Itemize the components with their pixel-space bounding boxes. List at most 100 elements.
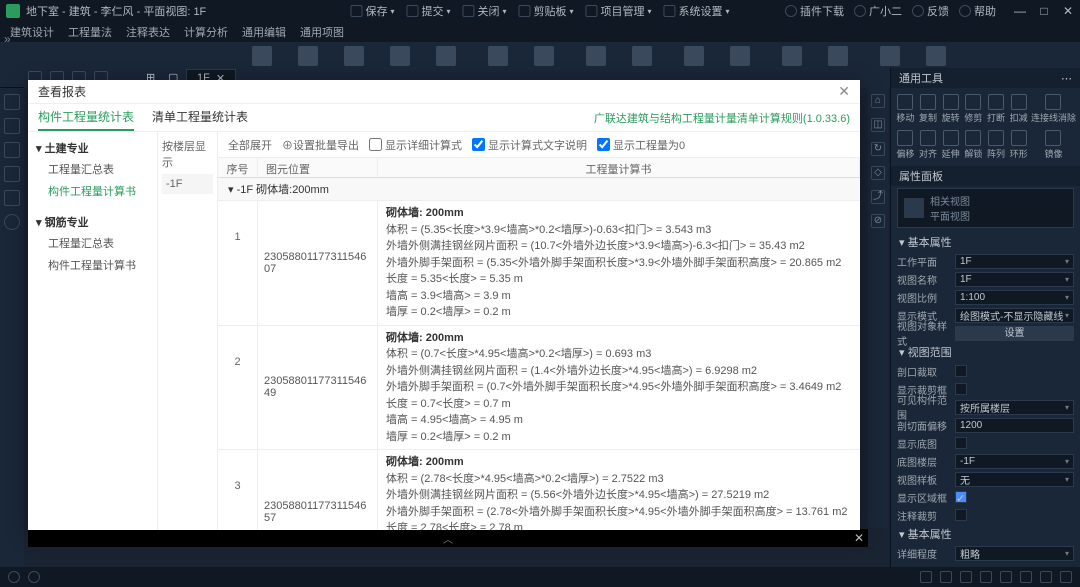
tool-6[interactable]: 连接线消除 (1031, 92, 1076, 126)
tool-1[interactable]: 复制 (918, 92, 939, 126)
tb-settings[interactable]: 系统设置▾ (664, 3, 730, 19)
prop-range-rows-4[interactable]: 显示底图 (891, 434, 1080, 452)
prop-detail-rows-0[interactable]: 详细程度粗略▾ (891, 544, 1080, 562)
sb-tool-2[interactable] (940, 571, 952, 583)
cube-view-icon[interactable]: ◫ (871, 118, 885, 132)
rail-icon-1[interactable] (4, 94, 20, 110)
window-title: 地下室 - 建筑 - 李仁风 - 平面视图: 1F (26, 3, 206, 19)
tb-user[interactable]: 广小二 (854, 3, 902, 19)
col-position: 图元位置 (258, 158, 378, 177)
close-button[interactable]: ✕ (1062, 5, 1074, 17)
tool-5[interactable]: 扣减 (1008, 92, 1029, 126)
prop-range-rows-3[interactable]: 剖切面偏移1200 (891, 416, 1080, 434)
prop-basic-rows-4[interactable]: 视图对象样式设置 (891, 324, 1080, 342)
prop-range-rows-8[interactable]: 注释裁剪 (891, 506, 1080, 524)
tb-close[interactable]: 关闭▾ (462, 3, 506, 19)
menu-item-5[interactable]: 通用项图 (300, 24, 344, 40)
tree-item-summary-1[interactable]: 工程量汇总表 (36, 158, 149, 180)
tab-list-stats[interactable]: 清单工程量统计表 (152, 104, 248, 131)
prop-basic-rows-0[interactable]: 工作平面1F▾ (891, 252, 1080, 270)
maximize-button[interactable]: □ (1038, 5, 1050, 17)
tab-component-stats[interactable]: 构件工程量统计表 (38, 104, 134, 131)
sync-view-icon[interactable]: ↻ (871, 142, 885, 156)
tree-group-civil[interactable]: ▾ 土建专业 (36, 138, 149, 158)
tool-4[interactable]: 打断 (986, 92, 1007, 126)
group-basic2[interactable]: ▾ 基本属性 (891, 524, 1080, 544)
group-row[interactable]: ▾ -1F 砌体墙:200mm (218, 178, 860, 201)
menu-item-0[interactable]: 建筑设计 (10, 24, 54, 40)
expand-all-button[interactable]: 全部展开 (228, 137, 272, 153)
prop-range-rows-2[interactable]: 可见构件范围按所属楼层▾ (891, 398, 1080, 416)
tool-13[interactable]: 镜像 (1031, 128, 1076, 162)
tb-feedback[interactable]: 反馈 (912, 3, 949, 19)
titlebar: 地下室 - 建筑 - 李仁风 - 平面视图: 1F 保存▾ 提交▾ 关闭▾ 剪贴板▾ 项… (0, 0, 1080, 22)
check-formula-text[interactable]: 显示计算式文字说明 (472, 137, 587, 153)
tool-9[interactable]: 延伸 (940, 128, 961, 162)
tb-plugin[interactable]: 插件下载 (785, 3, 844, 19)
tree-item-calc-2[interactable]: 构件工程量计算书 (36, 254, 149, 276)
group-basic[interactable]: ▾ 基本属性 (891, 232, 1080, 252)
attr-section-title: 属性面板 (891, 166, 1080, 186)
prop-basic-rows-2[interactable]: 视图比例1:100▾ (891, 288, 1080, 306)
group-range[interactable]: ▾ 视图范围 (891, 342, 1080, 362)
tool-8[interactable]: 对齐 (918, 128, 939, 162)
tool-11[interactable]: 阵列 (986, 128, 1007, 162)
tb-project[interactable]: 项目管理▾ (586, 3, 652, 19)
rail-icon-2[interactable] (4, 118, 20, 134)
sb-tool-4[interactable] (980, 571, 992, 583)
rail-icon-help[interactable] (4, 214, 20, 230)
filter-item-n1f[interactable]: -1F (162, 174, 213, 194)
rail-icon-5[interactable] (4, 190, 20, 206)
rule-text: 广联达建筑与结构工程量计量清单计算规则(1.0.33.6) (594, 110, 850, 126)
tool-12[interactable]: 环形 (1008, 128, 1029, 162)
tool-2[interactable]: 旋转 (940, 92, 961, 126)
cloud-icon[interactable] (28, 571, 40, 583)
filter-header[interactable]: 按楼层显示 (162, 138, 213, 170)
tool-0[interactable]: 移动 (895, 92, 916, 126)
tool-10[interactable]: 解锁 (963, 128, 984, 162)
tool-3[interactable]: 修剪 (963, 92, 984, 126)
menu-item-3[interactable]: 计算分析 (184, 24, 228, 40)
hide-icon[interactable]: ◇ (871, 166, 885, 180)
home-view-icon[interactable]: ⌂ (871, 94, 885, 108)
share-icon[interactable]: ⤴ (871, 190, 885, 204)
sb-tool-6[interactable] (1020, 571, 1032, 583)
tb-clipboard[interactable]: 剪贴板▾ (519, 3, 574, 19)
command-close-icon[interactable]: ✕ (854, 531, 864, 545)
section-menu-icon[interactable]: ⋯ (1061, 72, 1072, 85)
sb-tool-7[interactable] (1040, 571, 1052, 583)
sb-tool-3[interactable] (960, 571, 972, 583)
prop-range-rows-5[interactable]: 底图楼层-1F▾ (891, 452, 1080, 470)
prop-range-rows-7[interactable]: 显示区域框✓ (891, 488, 1080, 506)
tool-7[interactable]: 偏移 (895, 128, 916, 162)
rail-icon-4[interactable] (4, 166, 20, 182)
sb-tool-8[interactable] (1060, 571, 1072, 583)
prop-range-rows-6[interactable]: 视图样板无▾ (891, 470, 1080, 488)
prop-basic-rows-1[interactable]: 视图名称1F▾ (891, 270, 1080, 288)
rail-icon-3[interactable] (4, 142, 20, 158)
sb-tool-1[interactable] (920, 571, 932, 583)
cancel-icon[interactable]: ⊘ (871, 214, 885, 228)
tb-save[interactable]: 保存▾ (350, 3, 394, 19)
tb-help[interactable]: 帮助 (959, 3, 996, 19)
menu-item-2[interactable]: 注释表达 (126, 24, 170, 40)
tree-item-calc-1[interactable]: 构件工程量计算书 (36, 180, 149, 202)
menu-item-4[interactable]: 通用编辑 (242, 24, 286, 40)
export-settings-button[interactable]: ⊕设置批量导出 (282, 137, 359, 153)
command-bar[interactable]: ︿ ✕ (28, 529, 868, 547)
dialog-close-icon[interactable]: ✕ (838, 83, 850, 100)
tree-group-rebar[interactable]: ▾ 钢筋专业 (36, 212, 149, 232)
prop-range-rows-0[interactable]: 剖口裁取 (891, 362, 1080, 380)
chevron-up-icon[interactable]: ︿ (443, 531, 453, 546)
sb-tool-5[interactable] (1000, 571, 1012, 583)
check-detail-formula[interactable]: 显示详细计算式 (369, 137, 462, 153)
tb-submit[interactable]: 提交▾ (406, 3, 450, 19)
expand-ribbon-icon[interactable]: » (4, 32, 11, 46)
view-thumbnail[interactable]: 相关视图 平面视图 (897, 188, 1074, 228)
notification-icon[interactable] (8, 571, 20, 583)
minimize-button[interactable]: — (1014, 5, 1026, 17)
check-show-zero[interactable]: 显示工程量为0 (597, 137, 685, 153)
menu-item-1[interactable]: 工程量法 (68, 24, 112, 40)
table-row: 12305880117731154607砌体墙: 200mm体积 = (5.35… (218, 201, 860, 326)
tree-item-summary-2[interactable]: 工程量汇总表 (36, 232, 149, 254)
